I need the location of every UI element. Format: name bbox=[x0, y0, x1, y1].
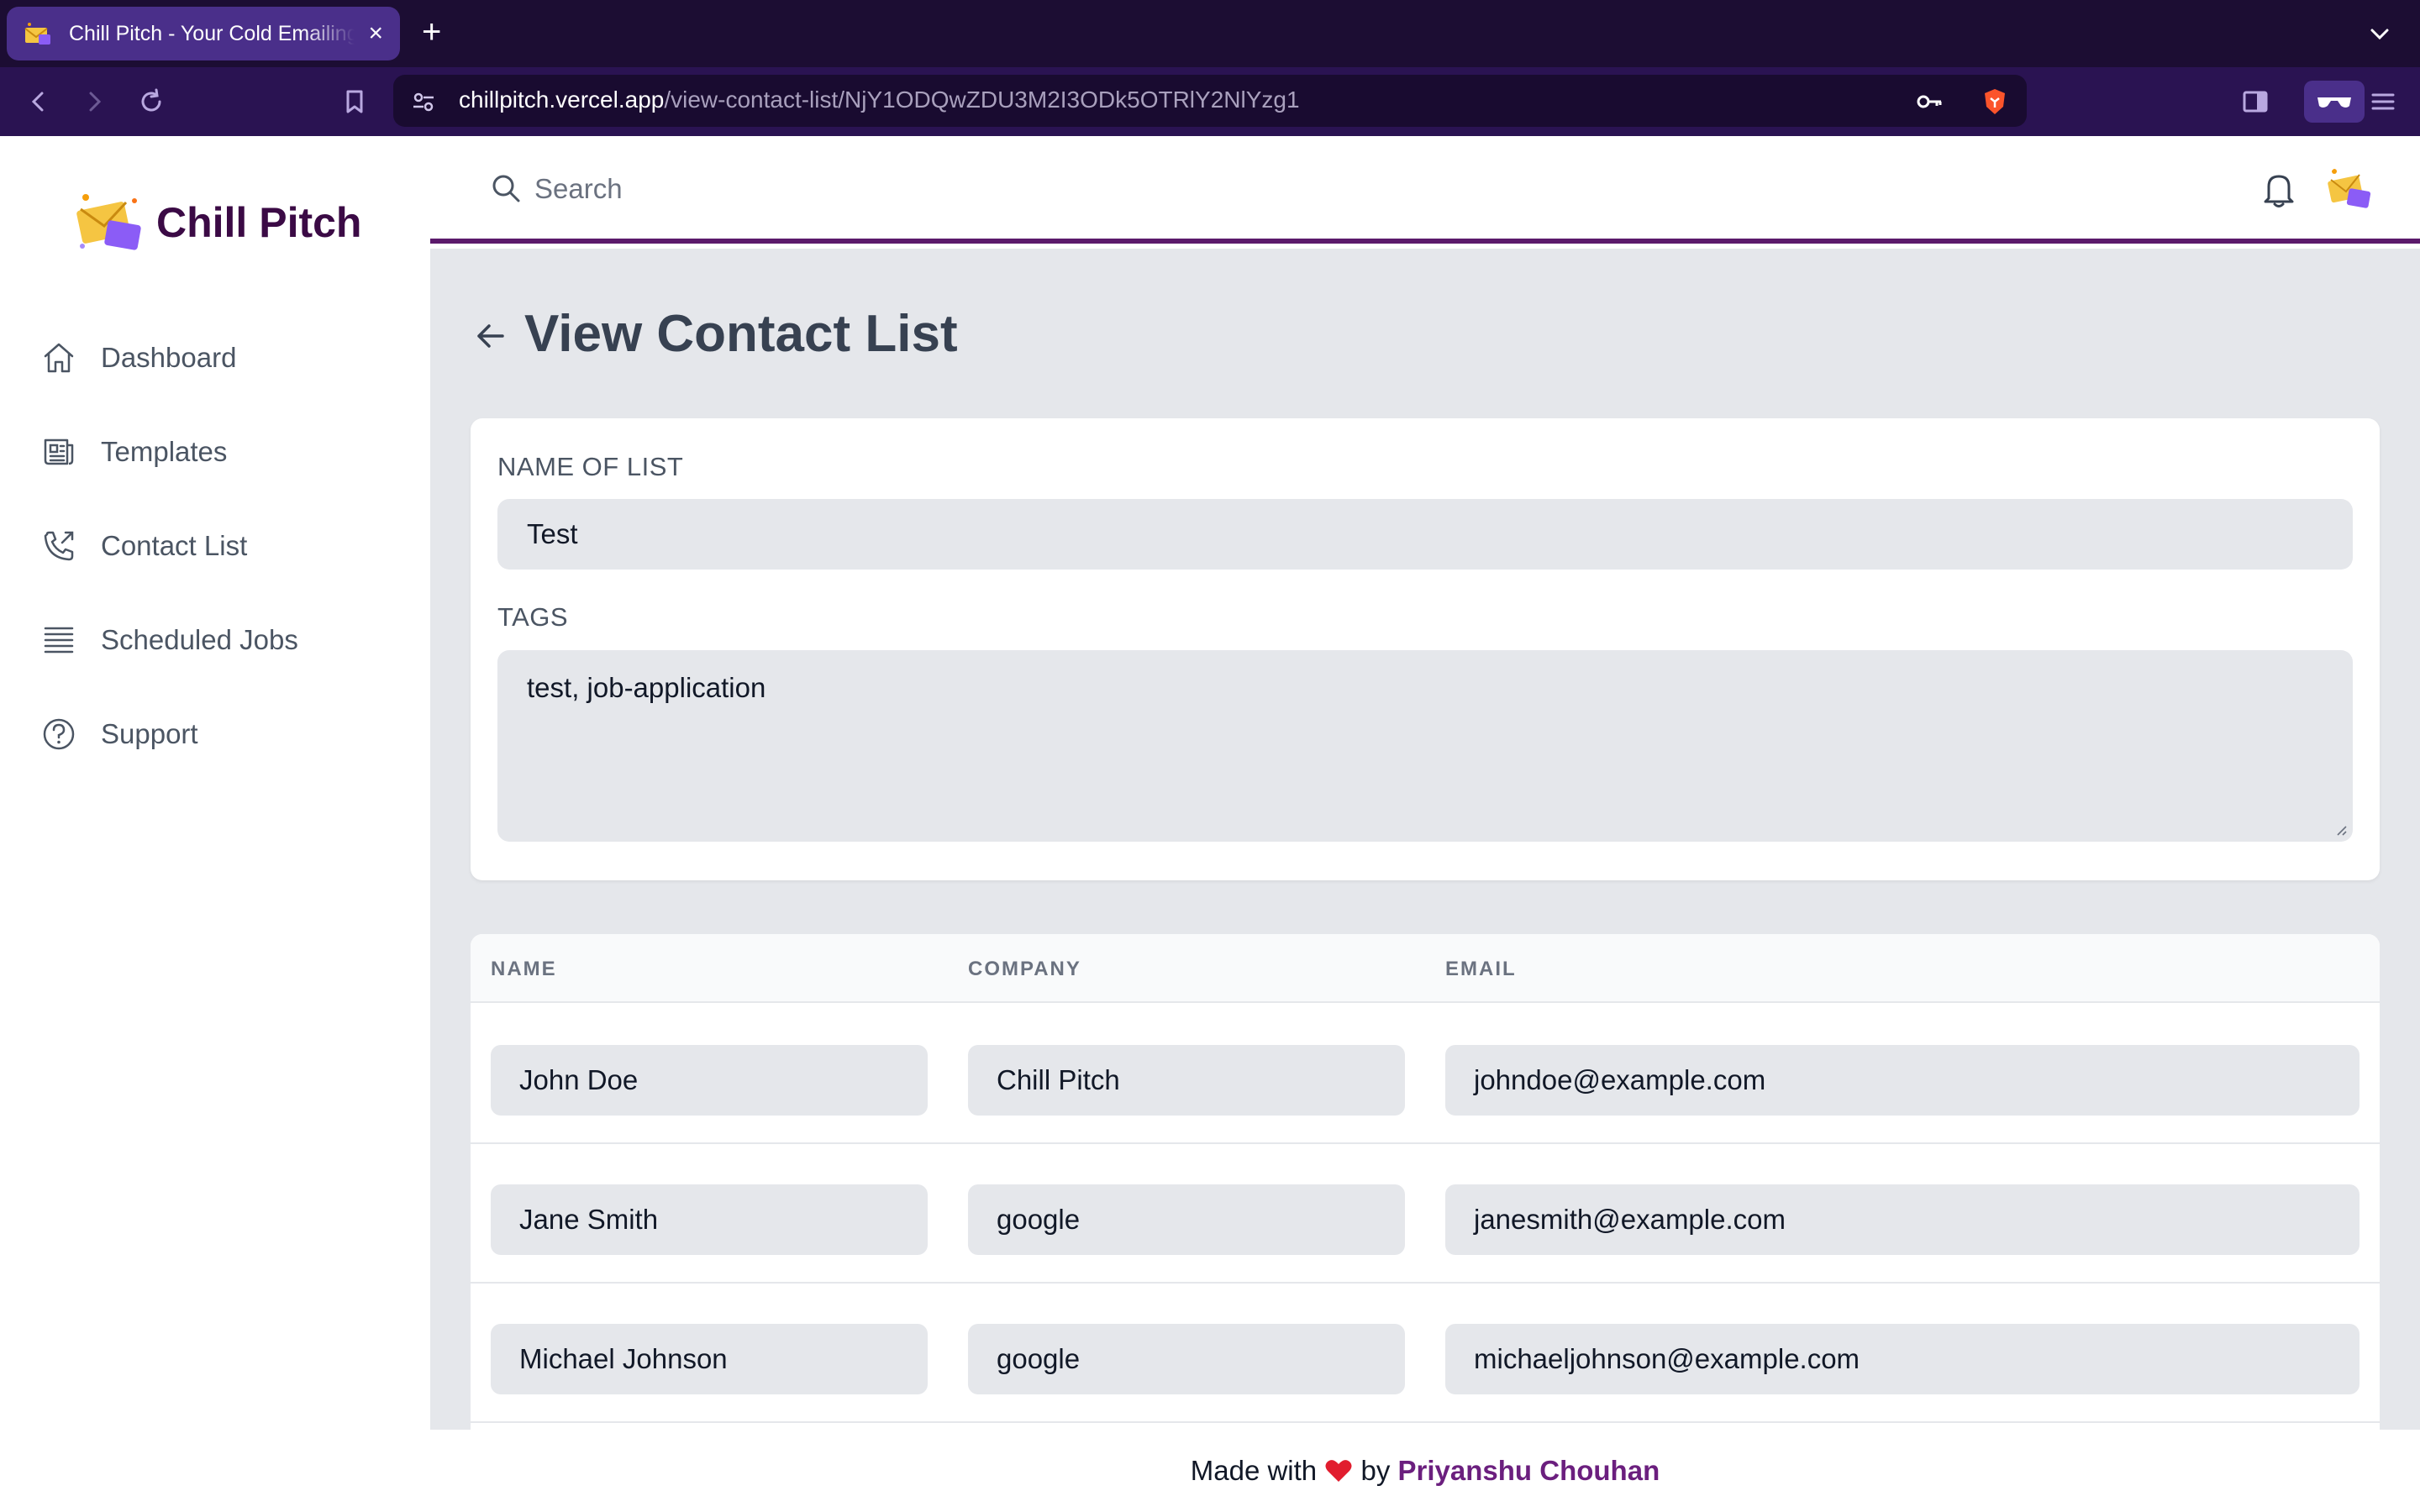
forward-arrow-icon[interactable] bbox=[79, 87, 109, 117]
name-of-list-input[interactable] bbox=[497, 499, 2353, 570]
sidebar-item-contact-list[interactable]: Contact List bbox=[40, 521, 247, 571]
table-row: Michael Johnson google michaeljohnson@ex… bbox=[471, 1284, 2380, 1423]
contact-name-field[interactable]: Jane Smith bbox=[491, 1184, 928, 1255]
home-icon bbox=[44, 343, 74, 373]
queue-list-icon bbox=[44, 627, 74, 654]
new-tab-icon[interactable]: + bbox=[422, 15, 441, 49]
site-settings-icon[interactable] bbox=[408, 87, 439, 117]
page-title: View Contact List bbox=[524, 305, 958, 363]
bell-icon[interactable] bbox=[2260, 170, 2297, 210]
tags-value: test, job-application bbox=[527, 672, 766, 703]
browser-tab-bar: Chill Pitch - Your Cold Emailing × + bbox=[0, 0, 2420, 67]
search-icon bbox=[492, 175, 520, 202]
sidebar-item-label: Support bbox=[101, 718, 198, 749]
brand-logo[interactable]: Chill Pitch bbox=[74, 189, 361, 256]
contact-company-field[interactable]: Chill Pitch bbox=[968, 1045, 1405, 1116]
url-text[interactable]: chillpitch.vercel.app/view-contact-list/… bbox=[459, 87, 1300, 113]
sidebar-item-label: Dashboard bbox=[101, 342, 237, 373]
contact-name-field[interactable]: John Doe bbox=[491, 1045, 928, 1116]
question-circle-icon bbox=[43, 718, 75, 750]
contact-email-field[interactable]: janesmith@example.com bbox=[1445, 1184, 2360, 1255]
contact-name-field[interactable]: Michael Johnson bbox=[491, 1324, 928, 1394]
contact-email-field[interactable]: michaeljohnson@example.com bbox=[1445, 1324, 2360, 1394]
sidebar-toggle-icon[interactable] bbox=[2240, 87, 2270, 117]
sidebar-item-label: Scheduled Jobs bbox=[101, 624, 298, 655]
search-input[interactable] bbox=[534, 168, 1291, 210]
contact-company-field[interactable]: google bbox=[968, 1184, 1405, 1255]
footer-by: by bbox=[1360, 1455, 1391, 1486]
sidebar-item-label: Contact List bbox=[101, 530, 248, 561]
sidebar-item-label: Templates bbox=[101, 436, 228, 467]
table-header: NAME COMPANY EMAIL bbox=[471, 934, 2380, 1003]
heart-icon bbox=[1325, 1460, 1352, 1482]
contacts-table: NAME COMPANY EMAIL John Doe Chill Pitch … bbox=[471, 934, 2380, 1512]
reload-icon[interactable] bbox=[136, 87, 166, 117]
menu-icon[interactable] bbox=[2368, 87, 2398, 117]
sidebar-item-support[interactable]: Support bbox=[40, 709, 198, 759]
table-row: John Doe Chill Pitch johndoe@example.com bbox=[471, 1005, 2380, 1144]
contact-company-field[interactable]: google bbox=[968, 1324, 1405, 1394]
browser-tab-title: Chill Pitch - Your Cold Emailing bbox=[69, 21, 355, 45]
column-header-name: NAME bbox=[491, 958, 557, 980]
tab-close-icon[interactable]: × bbox=[368, 21, 383, 46]
brand-name: Chill Pitch bbox=[156, 199, 362, 246]
back-arrow-icon[interactable] bbox=[472, 318, 509, 354]
browser-tab[interactable]: Chill Pitch - Your Cold Emailing × bbox=[7, 7, 400, 60]
sidebar-item-templates[interactable]: Templates bbox=[40, 427, 227, 477]
table-row: Jane Smith google janesmith@example.com bbox=[471, 1144, 2380, 1284]
envelope-logo-icon bbox=[24, 23, 50, 45]
author-link[interactable]: Priyanshu Chouhan bbox=[1398, 1455, 1660, 1486]
bookmark-icon[interactable] bbox=[339, 87, 370, 117]
phone-icon bbox=[44, 531, 74, 561]
name-of-list-label: NAME OF LIST bbox=[497, 452, 684, 481]
column-header-email: EMAIL bbox=[1445, 958, 1517, 980]
sidebar-item-scheduled-jobs[interactable]: Scheduled Jobs bbox=[40, 615, 298, 665]
footer-prefix: Made with bbox=[1190, 1455, 1318, 1486]
tags-textarea[interactable]: test, job-application bbox=[497, 650, 2353, 842]
envelope-logo-icon bbox=[2328, 169, 2371, 208]
reader-mode-icon[interactable] bbox=[2304, 81, 2365, 123]
resize-grip-icon[interactable] bbox=[2333, 822, 2348, 837]
envelope-logo-icon bbox=[76, 194, 141, 250]
tags-label: TAGS bbox=[497, 602, 569, 632]
key-icon[interactable] bbox=[1914, 87, 1944, 117]
newspaper-icon bbox=[44, 438, 74, 465]
brave-shield-icon[interactable] bbox=[1980, 87, 2010, 117]
footer: Made with by Priyanshu Chouhan bbox=[430, 1430, 2420, 1512]
avatar[interactable] bbox=[2324, 163, 2376, 215]
chevron-down-icon[interactable] bbox=[2368, 22, 2391, 45]
back-arrow-icon[interactable] bbox=[24, 87, 54, 117]
contact-email-field[interactable]: johndoe@example.com bbox=[1445, 1045, 2360, 1116]
sidebar-item-dashboard[interactable]: Dashboard bbox=[40, 333, 236, 383]
column-header-company: COMPANY bbox=[968, 958, 1081, 980]
